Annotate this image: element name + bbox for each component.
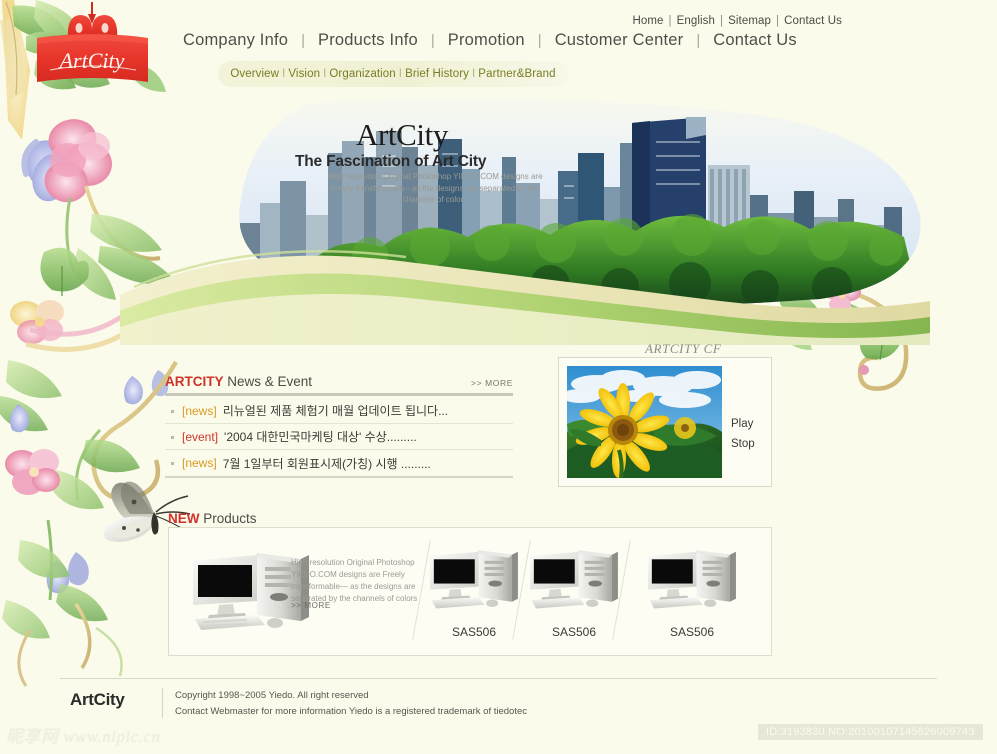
watermark-right: ID:3193830 NO:20100107145626009743 [758,724,983,740]
footer-copyright: Copyright 1998~2005 Yiedo. All right res… [175,690,369,701]
main-navigation: Company Info | Products Info | Promotion… [172,31,808,50]
new-badge: NEW [168,511,200,526]
news-brand: ARTCITY [165,374,224,389]
news-item[interactable]: [news] 리뉴얼된 제품 체험기 매월 업데이트 됩니다... [165,398,513,424]
featured-product-more-link[interactable]: >> MORE [291,601,331,610]
subnav-organization[interactable]: Organization [329,68,395,80]
toplink-separator: | [776,15,780,27]
news-item-text: 리뉴얼된 제품 체험기 매월 업데이트 됩니다... [222,404,449,418]
computer-icon [530,550,618,609]
footer-text: Copyright 1998~2005 Yiedo. All right res… [175,688,527,719]
news-divider-top [165,393,513,396]
nav-separator: | [537,32,542,49]
footer-contact: Contact Webmaster for more information Y… [175,705,528,717]
new-products-panel: High resolution Original Photoshop YIEDO… [168,527,772,656]
news-heading: ARTCITY News & Event [165,374,312,389]
subnav-overview[interactable]: Overview [230,68,279,80]
news-divider-bottom [165,476,513,478]
nav-customer-center[interactable]: Customer Center [544,31,695,50]
subnav-separator: I [472,68,476,80]
nav-separator: | [696,32,701,49]
nav-separator: | [301,32,306,49]
products-heading-text: Products [199,511,257,526]
toplink-english[interactable]: English [677,15,715,27]
product-name: SAS506 [669,625,715,639]
news-item-text: 7월 1일부터 회원표시제(가칭) 시행 ......... [222,456,431,471]
nav-contact-us[interactable]: Contact Us [702,31,808,50]
product-item[interactable]: SAS506 [419,544,529,639]
news-item-text: '2004 대한민국마케팅 대상' 수상......... [224,430,417,444]
news-list: [news] 리뉴얼된 제품 체험기 매월 업데이트 됩니다... [event… [165,398,513,476]
cf-controls: Play Stop [731,418,755,450]
subnav-separator: I [323,68,327,80]
hero-illustration [120,98,930,345]
nav-separator: | [430,32,435,49]
nav-promotion[interactable]: Promotion [437,31,536,50]
toplink-separator: | [720,15,724,27]
site-logo[interactable]: ArtCity [18,2,168,94]
news-item[interactable]: [news] 7월 1일부터 회원표시제(가칭) 시행 ......... [165,450,513,476]
sub-navigation: Overview I Vision I Organization I Brief… [218,61,568,87]
hero-banner: ArtCity The Fascination of Art City High… [120,95,930,345]
product-name: SAS506 [451,625,497,639]
cf-label: ARTCITY CF [645,341,722,356]
svg-text:ArtCity: ArtCity [58,48,125,73]
new-products-heading: NEW Products [168,511,257,526]
toplink-sitemap[interactable]: Sitemap [728,15,771,27]
hero-subtitle: The Fascination of Art City [295,153,487,170]
toplink-separator: | [668,15,672,27]
cf-player-box: Play Stop [558,357,772,487]
nav-products-info[interactable]: Products Info [307,31,429,50]
watermark-left: 昵享网 www.nipic.cn [6,727,161,746]
product-name: SAS506 [551,625,597,639]
subnav-separator: I [398,68,403,80]
toplink-contact-us[interactable]: Contact Us [784,15,842,27]
footer-divider [60,678,937,679]
computer-icon [430,550,518,609]
hero-description: High resolution Original Photoshop YIEDO… [327,172,543,205]
news-header: ARTCITY News & Event >> MORE [165,374,513,393]
subnav-separator: I [282,68,286,80]
news-heading-text: News & Event [223,374,313,389]
product-item[interactable]: SAS506 [637,544,747,639]
hero-title: ArtCity [356,117,448,152]
utility-nav: Home | English | Sitemap | Contact Us [632,15,842,27]
news-item-tag: [news] [182,456,217,470]
subnav-partner-brand[interactable]: Partner&Brand [478,68,555,80]
cf-stop-button[interactable]: Stop [731,438,755,450]
sunflower-photo [567,366,722,478]
computer-icon [648,550,736,609]
featured-product[interactable]: High resolution Original Photoshop YIEDO… [185,545,435,641]
toplink-home[interactable]: Home [632,15,663,27]
footer-logo: ArtCity [70,690,125,709]
news-item-tag: [event] [182,429,219,444]
product-item[interactable]: SAS506 [519,544,629,639]
page-root: ArtCity Home | English | Sitemap | Conta… [0,0,997,754]
news-item[interactable]: [event] '2004 대한민국마케팅 대상' 수상......... [165,424,513,450]
news-more-link[interactable]: >> MORE [471,378,513,388]
footer-vertical-rule [162,688,163,718]
nav-company-info[interactable]: Company Info [172,31,299,50]
subnav-brief-history[interactable]: Brief History [405,68,469,80]
news-section: ARTCITY News & Event >> MORE [news] 리뉴얼된… [165,374,513,478]
cf-play-button[interactable]: Play [731,418,755,430]
news-item-tag: [news] [182,403,217,418]
subnav-vision[interactable]: Vision [288,68,320,80]
